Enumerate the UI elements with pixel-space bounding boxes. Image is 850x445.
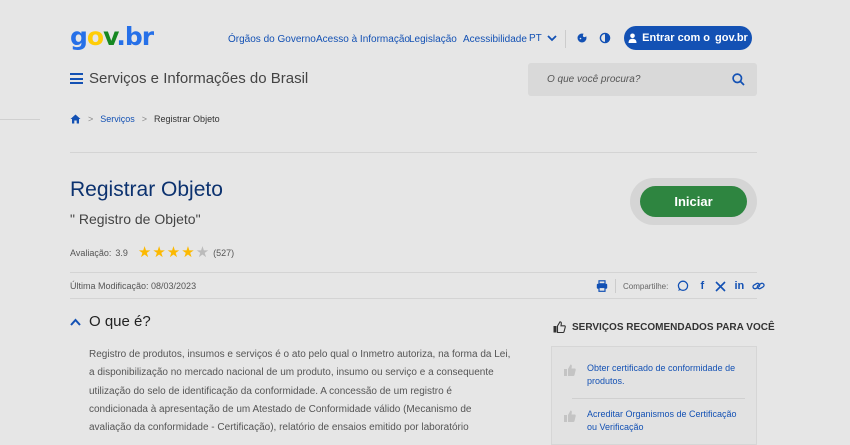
thumbs-up-icon: [564, 410, 576, 422]
breadcrumb-current: Registrar Objeto: [154, 114, 220, 124]
section-title: O que é?: [89, 313, 151, 330]
recommended-item-line: Acreditar Organismos de Certificação: [587, 409, 737, 419]
share-label: Compartilhe:: [623, 281, 669, 291]
print-icon[interactable]: [596, 280, 608, 292]
recommended-item[interactable]: Obter certificado de conformidade de pro…: [563, 362, 735, 387]
share-divider: [615, 279, 616, 293]
description-line: Registro de produtos, insumos e serviços…: [89, 349, 511, 360]
x-twitter-icon[interactable]: [715, 280, 726, 292]
header-divider: [565, 30, 566, 48]
breadcrumb: > Serviços > Registrar Objeto: [70, 114, 220, 124]
recommended-heading: SERVIÇOS RECOMENDADOS PARA VOCÊ: [572, 321, 775, 333]
service-rating: Avaliação: 3.9 ★ ★ ★ ★ ★ (527): [70, 245, 234, 260]
home-icon[interactable]: [70, 114, 81, 124]
star-icon[interactable]: ★: [152, 245, 165, 260]
description-line: avaliação da conformidade - Certificação…: [89, 422, 469, 434]
cookie-icon[interactable]: [575, 31, 589, 45]
start-button[interactable]: Iniciar: [640, 186, 747, 217]
login-brand: gov.br: [715, 32, 748, 44]
rating-stars[interactable]: ★ ★ ★ ★ ★: [138, 245, 209, 260]
star-icon[interactable]: ★: [196, 245, 209, 260]
chevron-down-icon: [547, 35, 557, 42]
user-icon: [628, 33, 637, 43]
contrast-icon[interactable]: [598, 31, 612, 45]
description-line: condicionada à apresentação de um Atesta…: [89, 403, 472, 415]
description-line: utilização do selo de identificação da c…: [89, 385, 452, 397]
search-box[interactable]: [528, 63, 757, 96]
last-modified: Última Modificação: 08/03/2023: [70, 281, 197, 291]
chevron-up-icon: [70, 318, 81, 326]
link-acesso-informacao[interactable]: Acesso à Informação: [316, 34, 410, 45]
recommended-title: SERVIÇOS RECOMENDADOS PARA VOCÊ: [553, 321, 775, 333]
facebook-icon[interactable]: f: [696, 280, 708, 292]
header: gov.br Órgãos do Governo Acesso à Inform…: [0, 0, 850, 106]
link-legislacao[interactable]: Legislação: [409, 34, 457, 45]
site-menu[interactable]: Serviços e Informações do Brasil: [70, 70, 308, 87]
description-line: a disponibilização no mercado nacional d…: [89, 367, 494, 379]
thumbs-up-icon: [553, 321, 566, 333]
login-label: Entrar com o: [642, 32, 711, 44]
site-title: Serviços e Informações do Brasil: [89, 70, 309, 87]
recommended-item-line: produtos.: [587, 375, 625, 386]
search-icon[interactable]: [732, 73, 745, 86]
recommended-item-line: ou Verificação: [587, 421, 644, 432]
linkedin-icon[interactable]: in: [733, 280, 745, 292]
star-icon[interactable]: ★: [138, 245, 151, 260]
breadcrumb-separator: >: [141, 114, 148, 124]
share-bar: Compartilhe: f in: [596, 279, 766, 293]
govbr-logo[interactable]: gov.br: [70, 22, 154, 51]
rating-label: Avaliação:: [70, 247, 112, 258]
section-description: Registro de produtos, insumos e serviços…: [89, 346, 519, 437]
star-icon[interactable]: ★: [167, 245, 180, 260]
whatsapp-icon[interactable]: [677, 280, 689, 292]
divider: [70, 298, 757, 299]
decorative-line: [0, 119, 40, 120]
recommended-item-line: Obter certificado de conformidade de: [587, 363, 736, 373]
divider: [70, 152, 757, 153]
page-subtitle: " Registro de Objeto": [70, 211, 201, 227]
link-icon[interactable]: [752, 280, 766, 292]
breadcrumb-servicos[interactable]: Serviços: [100, 114, 135, 124]
login-button[interactable]: Entrar com o gov.br: [624, 26, 752, 50]
link-acessibilidade[interactable]: Acessibilidade: [463, 34, 527, 45]
rating-value: 3.9: [115, 247, 128, 258]
thumbs-up-icon: [564, 364, 576, 376]
recommended-divider: [572, 398, 745, 399]
link-orgaos-governo[interactable]: Órgãos do Governo: [228, 34, 316, 45]
recommended-item[interactable]: Acreditar Organismos de Certificação ou …: [563, 408, 737, 433]
language-selector[interactable]: PT: [529, 33, 557, 44]
search-input[interactable]: [547, 74, 732, 85]
divider: [70, 272, 757, 273]
section-toggle-o-que-e[interactable]: O que é?: [70, 313, 151, 330]
page-title: Registrar Objeto: [70, 178, 223, 201]
star-icon[interactable]: ★: [181, 245, 194, 260]
breadcrumb-separator: >: [88, 114, 94, 124]
language-label: PT: [529, 33, 542, 44]
rating-count: (527): [213, 247, 235, 258]
menu-icon[interactable]: [70, 73, 83, 84]
